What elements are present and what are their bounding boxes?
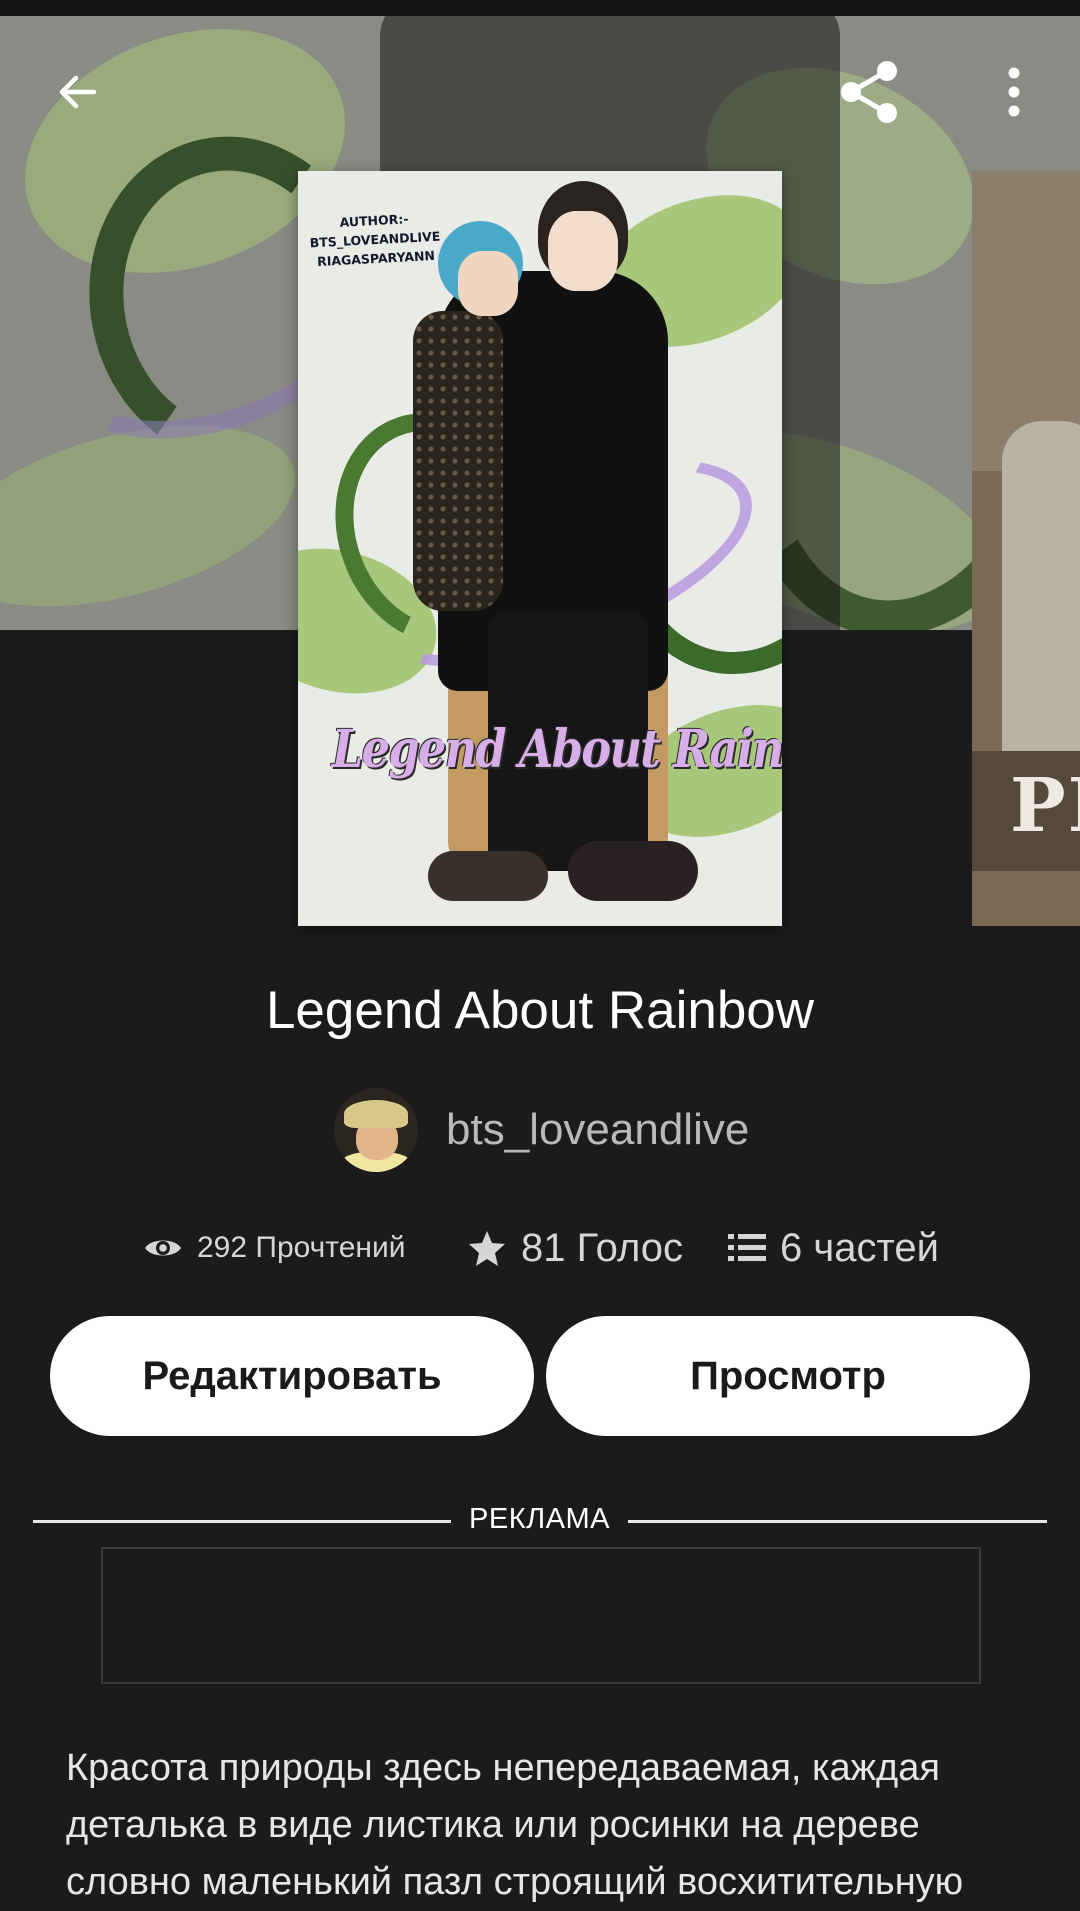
story-description: Красота природы здесь непередаваемая, ка… — [66, 1747, 964, 1903]
more-vertical-icon — [1004, 67, 1024, 122]
share-button[interactable] — [830, 54, 910, 134]
avatar[interactable] — [334, 1088, 418, 1172]
status-bar — [0, 0, 1080, 16]
next-cover-text: PF — [1010, 763, 1080, 849]
cover-author-credit: AUTHOR:- BTS_LOVEANDLIVE RIAGASPARYANN — [309, 211, 441, 270]
star-icon — [467, 1228, 507, 1268]
next-story-cover[interactable]: PF — [972, 171, 1080, 926]
list-icon — [728, 1232, 766, 1264]
eye-icon — [143, 1234, 183, 1262]
reads-count: 292 Прочтений — [143, 1218, 405, 1278]
votes-label: 81 Голос — [521, 1225, 683, 1270]
edit-button[interactable]: Редактировать — [50, 1316, 534, 1436]
share-icon — [835, 57, 905, 132]
author-name[interactable]: bts_loveandlive — [446, 1105, 749, 1155]
ad-divider-left — [33, 1520, 451, 1523]
story-title: Legend About Rainbow — [265, 981, 815, 1040]
cover-title-art: Legend About Rainbow — [331, 719, 782, 780]
ad-slot[interactable] — [101, 1547, 981, 1684]
parts-count: 6 частей — [728, 1218, 939, 1278]
author-link[interactable]: bts_loveandlive — [334, 1088, 749, 1172]
arrow-left-icon — [54, 68, 102, 121]
ad-label: РЕКЛАМА — [469, 1503, 610, 1535]
reads-label: 292 Прочтений — [197, 1231, 406, 1264]
ad-divider-right — [628, 1520, 1047, 1523]
preview-button[interactable]: Просмотр — [546, 1316, 1030, 1436]
story-cover[interactable]: AUTHOR:- BTS_LOVEANDLIVE RIAGASPARYANN L… — [298, 171, 782, 926]
story-stats: 292 Прочтений 81 Голос 6 частей — [0, 1218, 1080, 1278]
back-button[interactable] — [38, 54, 118, 134]
more-options-button[interactable] — [974, 54, 1054, 134]
votes-count: 81 Голос — [467, 1218, 683, 1278]
parts-label: 6 частей — [780, 1225, 939, 1270]
